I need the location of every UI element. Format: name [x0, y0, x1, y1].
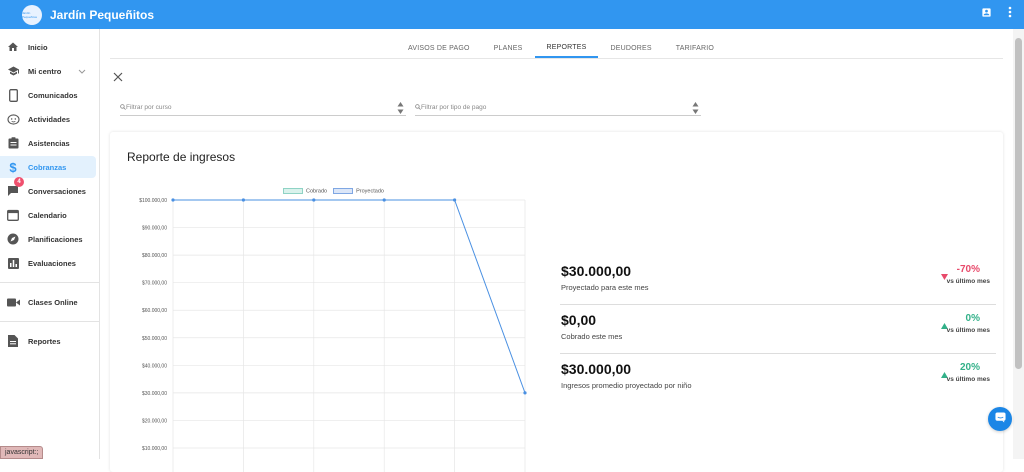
sidebar-item-label: Planificaciones	[28, 234, 83, 244]
y-tick-label: $10.000,00	[142, 446, 167, 452]
account-box-icon[interactable]	[981, 7, 992, 18]
tab-deudores[interactable]: DEUDORES	[598, 38, 663, 58]
sidebar-item-label: Actividades	[28, 114, 71, 124]
kpi-label: Ingresos promedio proyectado por niño	[561, 381, 692, 390]
top-app-bar: Jardín Pequeñitos Jardín Pequeñitos	[0, 0, 1024, 29]
data-point-proyectado	[171, 198, 175, 202]
sidebar-divider	[0, 282, 100, 283]
sidebar-item-mi-centro[interactable]: Mi centro	[0, 60, 96, 82]
data-point-proyectado	[312, 198, 316, 202]
kpi-change: 20%	[959, 362, 980, 373]
data-point-proyectado	[523, 391, 527, 395]
sidebar-item-evaluaciones[interactable]: Evaluaciones	[0, 252, 96, 274]
unread-badge: 4	[14, 177, 24, 187]
sidebar-item-label: Mi centro	[28, 66, 62, 76]
sidebar-item-label: Cobranzas	[28, 162, 67, 172]
chat-bubble-icon	[994, 410, 1006, 428]
kpi-value: $30.000,00	[561, 263, 632, 279]
filtro-tipo-pago-placeholder: Filtrar por tipo de pago	[421, 104, 487, 111]
sidebar-item-comunicados[interactable]: Comunicados	[0, 84, 96, 106]
video-icon	[6, 295, 20, 309]
sidebar: Inicio Mi centro Comunicados Actividades…	[0, 29, 100, 459]
face-icon	[6, 112, 20, 126]
home-icon	[6, 40, 20, 54]
y-tick-label: $20.000,00	[142, 418, 167, 424]
app-title: Jardín Pequeñitos	[50, 7, 155, 22]
chevron-down-icon[interactable]	[78, 67, 86, 76]
support-chat-button[interactable]	[988, 407, 1012, 431]
more-vert-icon[interactable]	[1008, 6, 1012, 18]
filtro-tipo-pago-select[interactable]: Filtrar por tipo de pago	[415, 100, 701, 116]
logo-text: Jardín Pequeñitos	[22, 10, 38, 19]
tab-avisos-de-pago[interactable]: AVISOS DE PAGO	[396, 38, 482, 58]
sort-arrows-icon	[692, 101, 699, 117]
kpi-label: Proyectado para este mes	[561, 283, 649, 292]
y-tick-label: $30.000,00	[142, 391, 167, 397]
dollar-icon: $	[9, 159, 17, 175]
kpi-label: Cobrado este mes	[561, 332, 623, 341]
scrollbar-thumb[interactable]	[1015, 38, 1022, 369]
tab-reportes[interactable]: REPORTES	[534, 38, 599, 58]
sidebar-item-actividades[interactable]: Actividades	[0, 108, 96, 130]
tab-tarifario[interactable]: TARIFARIO	[664, 38, 726, 58]
sidebar-item-asistencias[interactable]: Asistencias	[0, 132, 96, 154]
y-tick-label: $90.000,00	[142, 226, 167, 232]
compass-icon	[6, 232, 20, 246]
sidebar-item-conversaciones[interactable]: 4 Conversaciones	[0, 177, 96, 202]
kpi-value: $0,00	[561, 312, 597, 328]
tab-planes[interactable]: PLANES	[482, 38, 535, 58]
sidebar-item-label: Reportes	[28, 336, 61, 346]
calendar-icon	[6, 208, 20, 222]
sidebar-item-inicio[interactable]: Inicio	[0, 36, 96, 58]
data-point-proyectado	[382, 198, 386, 202]
series-line-proyectado	[173, 199, 526, 394]
school-icon	[6, 64, 20, 78]
sidebar-item-label: Conversaciones	[28, 186, 86, 196]
data-point-proyectado	[453, 198, 457, 202]
data-point-proyectado	[241, 198, 245, 202]
sidebar-item-planificaciones[interactable]: Planificaciones	[0, 228, 96, 250]
y-tick-label: $50.000,00	[142, 336, 167, 342]
clipboard-icon	[6, 136, 20, 150]
sidebar-item-reportes[interactable]: Reportes	[0, 330, 96, 352]
sidebar-item-label: Inicio	[28, 42, 48, 52]
kpi-vs-label: vs último mes	[946, 278, 990, 285]
bar-chart-icon	[6, 256, 20, 270]
phone-icon	[6, 88, 20, 102]
y-tick-label: $60.000,00	[142, 308, 167, 314]
kpi-vs-label: vs último mes	[946, 376, 990, 383]
kpi-list: $30.000,00 Proyectado para este mes -70%…	[560, 256, 996, 403]
income-line-chart: $100.000,00 $90.000,00 $80.000,00 $70.000,0…	[139, 198, 527, 472]
y-tick-label: $80.000,00	[142, 253, 167, 259]
kpi-change: -70%	[956, 264, 980, 275]
document-icon	[6, 334, 20, 348]
sidebar-item-calendario[interactable]: Calendario	[0, 204, 96, 226]
sidebar-item-label: Calendario	[28, 210, 67, 220]
y-tick-label: $100.000,00	[139, 198, 167, 204]
tab-bar: AVISOS DE PAGO PLANES REPORTES DEUDORES …	[396, 38, 726, 58]
sidebar-item-label: Clases Online	[28, 297, 78, 307]
tabs-divider	[110, 58, 1003, 59]
kpi-proyectado: $30.000,00 Proyectado para este mes -70%…	[560, 256, 996, 305]
close-icon[interactable]	[113, 69, 123, 87]
kpi-cobrado: $0,00 Cobrado este mes 0% vs último mes	[560, 305, 996, 354]
sidebar-item-label: Evaluaciones	[28, 258, 76, 268]
kpi-promedio-por-nino: $30.000,00 Ingresos promedio proyectado …	[560, 354, 996, 403]
school-logo[interactable]: Jardín Pequeñitos	[22, 4, 42, 25]
sort-arrows-icon	[397, 101, 404, 117]
sidebar-item-label: Comunicados	[28, 90, 78, 100]
sidebar-divider	[0, 321, 100, 322]
y-tick-label: $70.000,00	[142, 281, 167, 287]
sidebar-item-clases-online[interactable]: Clases Online	[0, 291, 96, 313]
kpi-vs-label: vs último mes	[946, 327, 990, 334]
y-tick-label: $40.000,00	[142, 363, 167, 369]
sidebar-item-cobranzas[interactable]: $ Cobranzas	[0, 156, 96, 178]
report-card: Reporte de ingresos Cobrado Proyectado $…	[110, 132, 1003, 472]
kpi-change: 0%	[965, 313, 980, 324]
sidebar-item-label: Asistencias	[28, 138, 70, 148]
status-bar-url: javascript:;	[0, 446, 44, 459]
kpi-value: $30.000,00	[561, 361, 632, 377]
filtro-curso-select[interactable]: Filtrar por curso	[120, 100, 406, 116]
filtro-curso-placeholder: Filtrar por curso	[126, 104, 172, 111]
